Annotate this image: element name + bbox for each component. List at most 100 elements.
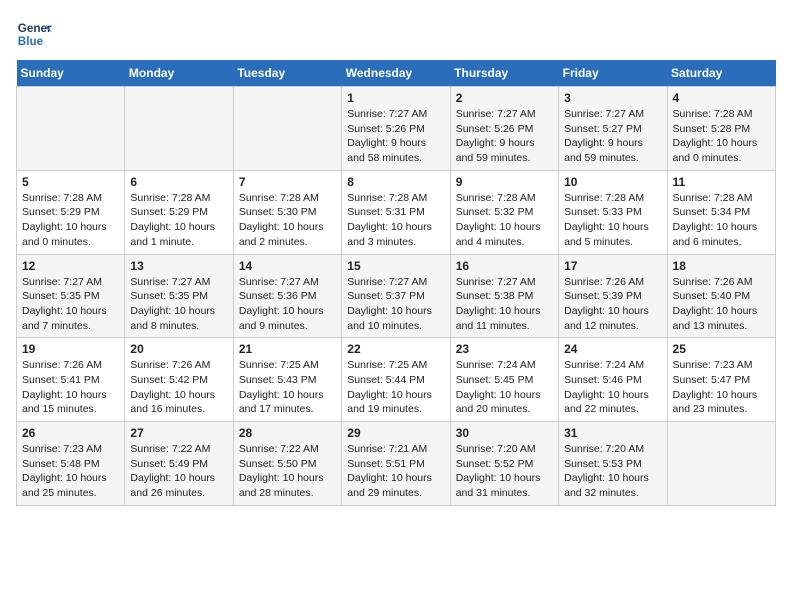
day-number: 12 [22, 259, 119, 273]
calendar-day-cell: 20 Sunrise: 7:26 AM Sunset: 5:42 PM Dayli… [125, 338, 233, 422]
day-info: Sunrise: 7:26 AM Sunset: 5:41 PM Dayligh… [22, 358, 119, 417]
day-number: 16 [456, 259, 553, 273]
day-info: Sunrise: 7:27 AM Sunset: 5:37 PM Dayligh… [347, 275, 444, 334]
calendar-day-cell: 24Sunrise: 7:24 AM Sunset: 5:46 PM Dayli… [559, 338, 667, 422]
calendar-day-cell: 23 Sunrise: 7:24 AM Sunset: 5:45 PM Dayli… [450, 338, 558, 422]
calendar-day-cell [667, 422, 775, 506]
day-number: 2 [456, 91, 553, 105]
day-info: Sunrise: 7:28 AM Sunset: 5:30 PM Dayligh… [239, 191, 336, 250]
day-info: Sunrise: 7:27 AM Sunset: 5:35 PM Dayligh… [22, 275, 119, 334]
day-number: 30 [456, 426, 553, 440]
weekday-header-monday: Monday [125, 60, 233, 87]
weekday-header-tuesday: Tuesday [233, 60, 341, 87]
day-number: 15 [347, 259, 444, 273]
calendar-day-cell: 17 Sunrise: 7:26 AM Sunset: 5:39 PM Dayli… [559, 254, 667, 338]
day-number: 10 [564, 175, 661, 189]
day-info: Sunrise: 7:24 AM Sunset: 5:45 PM Dayligh… [456, 358, 553, 417]
day-number: 18 [673, 259, 770, 273]
day-number: 21 [239, 342, 336, 356]
calendar-day-cell [125, 87, 233, 171]
day-info: Sunrise: 7:27 AM Sunset: 5:35 PM Dayligh… [130, 275, 227, 334]
calendar-day-cell: 28Sunrise: 7:22 AM Sunset: 5:50 PM Dayli… [233, 422, 341, 506]
day-number: 3 [564, 91, 661, 105]
day-info: Sunrise: 7:21 AM Sunset: 5:51 PM Dayligh… [347, 442, 444, 501]
day-number: 31 [564, 426, 661, 440]
calendar-day-cell: 8 Sunrise: 7:28 AM Sunset: 5:31 PM Daylig… [342, 170, 450, 254]
calendar-day-cell: 22 Sunrise: 7:25 AM Sunset: 5:44 PM Dayli… [342, 338, 450, 422]
day-info: Sunrise: 7:25 AM Sunset: 5:44 PM Dayligh… [347, 358, 444, 417]
day-number: 9 [456, 175, 553, 189]
day-number: 19 [22, 342, 119, 356]
day-info: Sunrise: 7:23 AM Sunset: 5:47 PM Dayligh… [673, 358, 770, 417]
day-info: Sunrise: 7:28 AM Sunset: 5:28 PM Dayligh… [673, 107, 770, 166]
day-number: 22 [347, 342, 444, 356]
day-info: Sunrise: 7:27 AM Sunset: 5:36 PM Dayligh… [239, 275, 336, 334]
calendar-day-cell: 16 Sunrise: 7:27 AM Sunset: 5:38 PM Dayli… [450, 254, 558, 338]
day-info: Sunrise: 7:26 AM Sunset: 5:40 PM Dayligh… [673, 275, 770, 334]
day-number: 4 [673, 91, 770, 105]
day-info: Sunrise: 7:28 AM Sunset: 5:33 PM Dayligh… [564, 191, 661, 250]
day-info: Sunrise: 7:20 AM Sunset: 5:53 PM Dayligh… [564, 442, 661, 501]
calendar-day-cell: 15 Sunrise: 7:27 AM Sunset: 5:37 PM Dayli… [342, 254, 450, 338]
day-number: 27 [130, 426, 227, 440]
logo: General Blue [16, 16, 52, 52]
calendar-day-cell: 2 Sunrise: 7:27 AM Sunset: 5:26 PM Daylig… [450, 87, 558, 171]
calendar-week-row: 12 Sunrise: 7:27 AM Sunset: 5:35 PM Dayli… [17, 254, 776, 338]
day-info: Sunrise: 7:26 AM Sunset: 5:42 PM Dayligh… [130, 358, 227, 417]
calendar-day-cell: 9Sunrise: 7:28 AM Sunset: 5:32 PM Daylig… [450, 170, 558, 254]
calendar-day-cell: 14 Sunrise: 7:27 AM Sunset: 5:36 PM Dayli… [233, 254, 341, 338]
calendar-day-cell: 11 Sunrise: 7:28 AM Sunset: 5:34 PM Dayli… [667, 170, 775, 254]
calendar-day-cell: 3 Sunrise: 7:27 AM Sunset: 5:27 PM Daylig… [559, 87, 667, 171]
day-number: 23 [456, 342, 553, 356]
svg-text:Blue: Blue [18, 35, 44, 48]
weekday-header-row: SundayMondayTuesdayWednesdayThursdayFrid… [17, 60, 776, 87]
weekday-header-friday: Friday [559, 60, 667, 87]
day-number: 11 [673, 175, 770, 189]
day-number: 28 [239, 426, 336, 440]
day-number: 17 [564, 259, 661, 273]
day-number: 29 [347, 426, 444, 440]
day-info: Sunrise: 7:28 AM Sunset: 5:29 PM Dayligh… [130, 191, 227, 250]
day-number: 20 [130, 342, 227, 356]
day-number: 14 [239, 259, 336, 273]
calendar-week-row: 19 Sunrise: 7:26 AM Sunset: 5:41 PM Dayli… [17, 338, 776, 422]
calendar-day-cell: 21 Sunrise: 7:25 AM Sunset: 5:43 PM Dayli… [233, 338, 341, 422]
calendar-day-cell: 12 Sunrise: 7:27 AM Sunset: 5:35 PM Dayli… [17, 254, 125, 338]
day-number: 1 [347, 91, 444, 105]
day-info: Sunrise: 7:27 AM Sunset: 5:38 PM Dayligh… [456, 275, 553, 334]
calendar-day-cell: 30 Sunrise: 7:20 AM Sunset: 5:52 PM Dayli… [450, 422, 558, 506]
day-info: Sunrise: 7:20 AM Sunset: 5:52 PM Dayligh… [456, 442, 553, 501]
calendar-day-cell [17, 87, 125, 171]
calendar-day-cell: 7 Sunrise: 7:28 AM Sunset: 5:30 PM Daylig… [233, 170, 341, 254]
day-number: 7 [239, 175, 336, 189]
page-header: General Blue [16, 16, 776, 52]
weekday-header-saturday: Saturday [667, 60, 775, 87]
day-info: Sunrise: 7:27 AM Sunset: 5:26 PM Dayligh… [456, 107, 553, 166]
calendar-day-cell: 29 Sunrise: 7:21 AM Sunset: 5:51 PM Dayli… [342, 422, 450, 506]
calendar-day-cell: 19 Sunrise: 7:26 AM Sunset: 5:41 PM Dayli… [17, 338, 125, 422]
day-info: Sunrise: 7:27 AM Sunset: 5:27 PM Dayligh… [564, 107, 661, 166]
day-info: Sunrise: 7:28 AM Sunset: 5:34 PM Dayligh… [673, 191, 770, 250]
day-number: 8 [347, 175, 444, 189]
day-info: Sunrise: 7:28 AM Sunset: 5:31 PM Dayligh… [347, 191, 444, 250]
calendar-day-cell: 27Sunrise: 7:22 AM Sunset: 5:49 PM Dayli… [125, 422, 233, 506]
calendar-week-row: 5 Sunrise: 7:28 AM Sunset: 5:29 PM Daylig… [17, 170, 776, 254]
calendar-day-cell: 4 Sunrise: 7:28 AM Sunset: 5:28 PM Daylig… [667, 87, 775, 171]
day-number: 6 [130, 175, 227, 189]
day-number: 5 [22, 175, 119, 189]
weekday-header-sunday: Sunday [17, 60, 125, 87]
day-info: Sunrise: 7:28 AM Sunset: 5:29 PM Dayligh… [22, 191, 119, 250]
weekday-header-wednesday: Wednesday [342, 60, 450, 87]
calendar-day-cell: 10 Sunrise: 7:28 AM Sunset: 5:33 PM Dayli… [559, 170, 667, 254]
day-info: Sunrise: 7:26 AM Sunset: 5:39 PM Dayligh… [564, 275, 661, 334]
calendar-day-cell: 18 Sunrise: 7:26 AM Sunset: 5:40 PM Dayli… [667, 254, 775, 338]
calendar-day-cell: 6 Sunrise: 7:28 AM Sunset: 5:29 PM Daylig… [125, 170, 233, 254]
logo-icon: General Blue [16, 16, 52, 52]
calendar-day-cell: 1 Sunrise: 7:27 AM Sunset: 5:26 PM Daylig… [342, 87, 450, 171]
day-number: 13 [130, 259, 227, 273]
day-info: Sunrise: 7:27 AM Sunset: 5:26 PM Dayligh… [347, 107, 444, 166]
day-info: Sunrise: 7:25 AM Sunset: 5:43 PM Dayligh… [239, 358, 336, 417]
day-number: 25 [673, 342, 770, 356]
calendar-day-cell: 31 Sunrise: 7:20 AM Sunset: 5:53 PM Dayli… [559, 422, 667, 506]
weekday-header-thursday: Thursday [450, 60, 558, 87]
